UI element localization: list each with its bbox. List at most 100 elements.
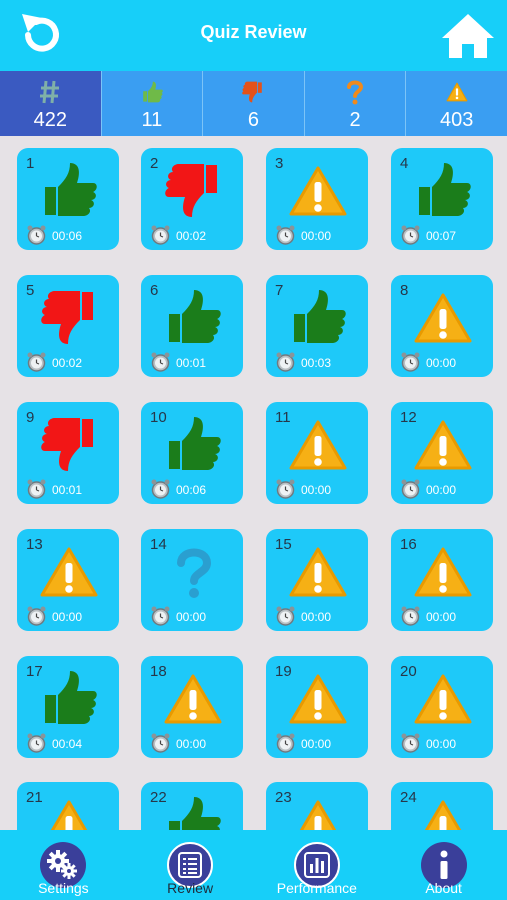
stat-unsure[interactable]: 2 (305, 71, 407, 136)
question-time: 00:00 (301, 229, 332, 243)
stat-correct[interactable]: 11 (102, 71, 204, 136)
thumbs-up-icon (419, 163, 471, 216)
stat-total-value: 422 (33, 109, 67, 131)
alarm-clock-icon (401, 352, 420, 372)
question-tile[interactable]: 22 (141, 782, 243, 830)
question-grid: 1 00:06 2 00:02 3 00:00 4 00:07 5 00:02 6 00:01 7 00:… (0, 136, 507, 830)
warning-icon (414, 420, 472, 470)
question-time: 00:06 (52, 229, 83, 243)
bottom-tab-bar: Settings Review Performance About (0, 830, 507, 900)
question-number: 1 (26, 155, 35, 172)
home-icon[interactable] (441, 12, 495, 60)
question-tile[interactable]: 5 00:02 (17, 275, 119, 377)
question-tile[interactable]: 13 00:00 (17, 529, 119, 631)
tab-review[interactable]: Review (127, 830, 254, 900)
warning-icon (164, 674, 222, 724)
stat-unsure-value: 2 (349, 109, 361, 131)
alarm-clock-icon (151, 733, 170, 753)
alarm-clock-icon (151, 606, 170, 626)
question-time: 00:06 (176, 483, 207, 497)
question-tile[interactable]: 14 00:00 (141, 529, 243, 631)
warning-icon (414, 674, 472, 724)
question-tile[interactable]: 17 00:04 (17, 656, 119, 758)
question-time: 00:00 (176, 737, 207, 751)
question-tile[interactable]: 18 00:00 (141, 656, 243, 758)
question-tile[interactable]: 16 00:00 (391, 529, 493, 631)
info-icon (440, 850, 448, 879)
question-tile[interactable]: 3 00:00 (266, 148, 368, 250)
question-tile[interactable]: 11 00:00 (266, 402, 368, 504)
alarm-clock-icon (276, 352, 295, 372)
question-tile[interactable]: 12 00:00 (391, 402, 493, 504)
question-time: 00:00 (426, 610, 457, 624)
warning-icon (424, 800, 462, 830)
question-tile[interactable]: 21 (17, 782, 119, 830)
thumbs-up-icon (169, 290, 221, 343)
alarm-clock-icon (276, 606, 295, 626)
question-tile[interactable]: 20 00:00 (391, 656, 493, 758)
question-number: 8 (400, 282, 409, 299)
question-tile[interactable]: 15 00:00 (266, 529, 368, 631)
stat-wrong[interactable]: 6 (203, 71, 305, 136)
question-number: 2 (150, 155, 159, 172)
tab-performance-label: Performance (276, 880, 357, 896)
question-number: 5 (26, 282, 35, 299)
question-time: 00:00 (426, 483, 457, 497)
thumbs-up-icon (169, 417, 221, 470)
alarm-clock-icon (27, 225, 46, 245)
hash-icon (40, 80, 60, 104)
warning-icon (289, 420, 347, 470)
alarm-clock-icon (401, 225, 420, 245)
gears-icon (47, 850, 78, 879)
question-tile[interactable]: 7 00:03 (266, 275, 368, 377)
warning-icon (289, 547, 347, 597)
warning-icon (414, 293, 472, 343)
warning-icon (50, 800, 88, 830)
question-tile[interactable]: 24 (391, 782, 493, 830)
tab-settings[interactable]: Settings (0, 830, 127, 900)
question-time: 00:03 (301, 356, 332, 370)
question-time: 00:00 (176, 610, 207, 624)
stat-total[interactable]: 422 (0, 71, 102, 136)
question-time: 00:00 (301, 610, 332, 624)
thumbs-up-icon (45, 671, 97, 724)
question-icon (347, 80, 364, 105)
stat-correct-value: 11 (141, 109, 163, 131)
alarm-clock-icon (276, 479, 295, 499)
question-tile[interactable]: 9 00:01 (17, 402, 119, 504)
alarm-clock-icon (151, 479, 170, 499)
alarm-clock-icon (401, 733, 420, 753)
question-time: 00:01 (176, 356, 207, 370)
warning-icon (40, 547, 98, 597)
thumbs-down-icon (41, 291, 93, 344)
question-tile[interactable]: 4 00:07 (391, 148, 493, 250)
alarm-clock-icon (27, 352, 46, 372)
question-tile[interactable]: 2 00:02 (141, 148, 243, 250)
question-tile[interactable]: 1 00:06 (17, 148, 119, 250)
warning-icon (414, 547, 472, 597)
warning-icon (289, 674, 347, 724)
stat-wrong-value: 6 (247, 109, 260, 131)
thumbs-down-icon (41, 418, 93, 471)
question-tile[interactable]: 19 00:00 (266, 656, 368, 758)
question-tile[interactable]: 8 00:00 (391, 275, 493, 377)
tab-performance[interactable]: Performance (254, 830, 381, 900)
tab-review-label: Review (167, 880, 214, 896)
bar-chart-icon (303, 852, 330, 878)
thumbs-down-icon (165, 164, 217, 217)
question-time: 00:00 (426, 737, 457, 751)
question-time: 00:07 (426, 229, 457, 243)
question-number: 9 (26, 409, 35, 426)
page-title: Quiz Review (200, 22, 307, 42)
alarm-clock-icon (151, 225, 170, 245)
tab-settings-label: Settings (38, 880, 89, 896)
question-time: 00:02 (52, 356, 83, 370)
thumbs-up-icon (294, 290, 346, 343)
alarm-clock-icon (276, 733, 295, 753)
tab-about[interactable]: About (380, 830, 507, 900)
question-tile[interactable]: 6 00:01 (141, 275, 243, 377)
alarm-clock-icon (27, 606, 46, 626)
stat-unanswered[interactable]: 403 (406, 71, 507, 136)
question-tile[interactable]: 23 (266, 782, 368, 830)
question-tile[interactable]: 10 00:06 (141, 402, 243, 504)
